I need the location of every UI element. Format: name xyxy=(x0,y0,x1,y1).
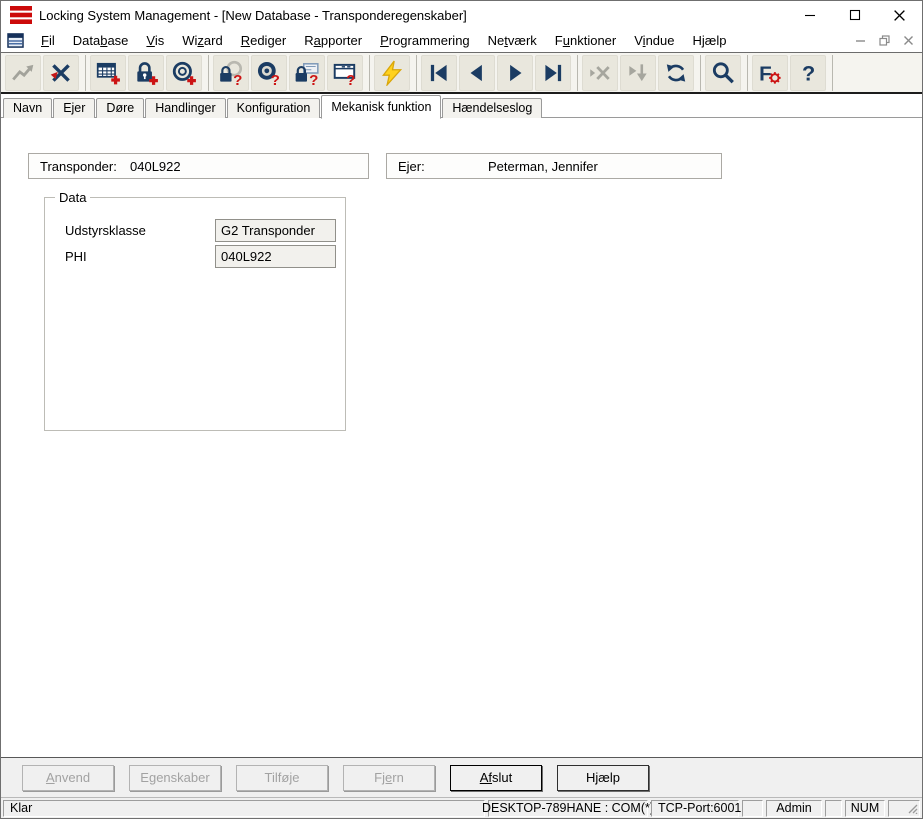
tab-handlinger[interactable]: Handlinger xyxy=(145,98,225,118)
window-title: Locking System Management - [New Databas… xyxy=(39,8,467,23)
menu-vindue[interactable]: Vindue xyxy=(625,31,683,50)
phi-row: PHI 040L922 xyxy=(65,245,336,268)
owner-label: Ejer: xyxy=(398,159,488,174)
app-window: Locking System Management - [New Databas… xyxy=(0,0,923,819)
status-empty-2 xyxy=(825,800,842,817)
data-group-box: Data Udstyrsklasse G2 Transponder PHI 04… xyxy=(44,197,346,431)
login-icon[interactable] xyxy=(5,55,41,91)
menu-funktioner[interactable]: Funktioner xyxy=(546,31,625,50)
menu-fil[interactable]: Fil xyxy=(32,31,64,50)
svg-text:?: ? xyxy=(802,60,815,85)
read-network-icon[interactable]: ? xyxy=(327,55,363,91)
menu-database[interactable]: Database xyxy=(64,31,138,50)
status-tcp-port: TCP-Port:6001 xyxy=(651,800,739,817)
maximize-icon[interactable] xyxy=(832,1,877,29)
anvend-button[interactable]: Anvend xyxy=(22,765,114,791)
menu-wizard[interactable]: Wizard xyxy=(173,31,231,50)
equipment-class-row: Udstyrsklasse G2 Transponder xyxy=(65,219,336,242)
minimize-icon[interactable] xyxy=(787,1,832,29)
mdi-restore-icon[interactable] xyxy=(874,32,894,50)
filter-settings-icon[interactable]: F xyxy=(752,55,788,91)
fjern-button[interactable]: Fjern xyxy=(343,765,435,791)
refresh-icon[interactable] xyxy=(658,55,694,91)
hjaelp-button[interactable]: Hjælp xyxy=(557,765,649,791)
transponder-value: 040L922 xyxy=(130,159,181,174)
status-empty-1 xyxy=(742,800,763,817)
svg-text:?: ? xyxy=(233,71,242,85)
new-locking-system-icon[interactable] xyxy=(90,55,126,91)
status-user: Admin xyxy=(766,800,822,817)
tab-page-mekanisk-funktion: Transponder: 040L922 Ejer: Peterman, Jen… xyxy=(1,118,922,757)
mdi-close-icon[interactable] xyxy=(898,32,918,50)
status-message: Klar xyxy=(3,800,485,817)
help-icon[interactable]: ? xyxy=(790,55,826,91)
equipment-class-field[interactable]: G2 Transponder xyxy=(215,219,336,242)
equipment-class-label: Udstyrsklasse xyxy=(65,223,215,238)
nav-import-icon[interactable] xyxy=(620,55,656,91)
document-icon[interactable] xyxy=(7,33,24,48)
svg-text:?: ? xyxy=(346,71,355,85)
close-icon[interactable] xyxy=(877,1,922,29)
toolbar: ? ? ? ? xyxy=(1,53,922,92)
new-transponder-icon[interactable] xyxy=(166,55,202,91)
menu-programmering[interactable]: Programmering xyxy=(371,31,479,50)
new-lock-icon[interactable] xyxy=(128,55,164,91)
read-lock-card-icon[interactable]: ? xyxy=(289,55,325,91)
read-lock-icon[interactable]: ? xyxy=(213,55,249,91)
svg-text:?: ? xyxy=(309,71,318,85)
transponder-info-box: Transponder: 040L922 xyxy=(28,153,369,179)
phi-field[interactable]: 040L922 xyxy=(215,245,336,268)
status-connection: DESKTOP-789HANE : COM(*) xyxy=(488,800,648,817)
search-icon[interactable] xyxy=(705,55,741,91)
svg-text:F: F xyxy=(759,62,772,85)
disconnect-icon[interactable] xyxy=(43,55,79,91)
programming-lightning-icon[interactable] xyxy=(374,55,410,91)
tab-strip: Navn Ejer Døre Handlinger Konfiguration … xyxy=(1,94,922,118)
menu-hjaelp[interactable]: Hjælp xyxy=(683,31,735,50)
tab-konfiguration[interactable]: Konfiguration xyxy=(227,98,321,118)
svg-text:?: ? xyxy=(271,71,280,85)
menu-rapporter[interactable]: Rapporter xyxy=(295,31,371,50)
menu-rediger[interactable]: Rediger xyxy=(232,31,296,50)
nav-previous-icon[interactable] xyxy=(459,55,495,91)
tab-doere[interactable]: Døre xyxy=(96,98,144,118)
data-group-title: Data xyxy=(55,190,90,205)
tab-mekanisk-funktion[interactable]: Mekanisk funktion xyxy=(321,95,441,119)
nav-next-icon[interactable] xyxy=(497,55,533,91)
resize-grip[interactable] xyxy=(888,800,920,817)
menu-netvaerk[interactable]: Netværk xyxy=(479,31,546,50)
nav-first-icon[interactable] xyxy=(421,55,457,91)
title-bar: Locking System Management - [New Databas… xyxy=(1,1,922,29)
status-num-lock: NUM xyxy=(845,800,885,817)
owner-info-box: Ejer: Peterman, Jennifer xyxy=(386,153,722,179)
tab-haendelseslog[interactable]: Hændelseslog xyxy=(442,98,542,118)
mdi-minimize-icon[interactable] xyxy=(850,32,870,50)
menu-vis[interactable]: Vis xyxy=(137,31,173,50)
tilfoeje-button[interactable]: Tilføje xyxy=(236,765,328,791)
nav-last-icon[interactable] xyxy=(535,55,571,91)
nav-cancel-icon[interactable] xyxy=(582,55,618,91)
tab-ejer[interactable]: Ejer xyxy=(53,98,95,118)
menu-bar: Fil Database Vis Wizard Rediger Rapporte… xyxy=(1,29,922,52)
transponder-label: Transponder: xyxy=(40,159,130,174)
app-logo-icon xyxy=(9,4,33,26)
phi-label: PHI xyxy=(65,249,215,264)
owner-value: Peterman, Jennifer xyxy=(488,159,598,174)
egenskaber-button[interactable]: Egenskaber xyxy=(129,765,221,791)
tab-navn[interactable]: Navn xyxy=(3,98,52,118)
status-bar: Klar DESKTOP-789HANE : COM(*) TCP-Port:6… xyxy=(1,797,922,818)
read-transponder-icon[interactable]: ? xyxy=(251,55,287,91)
afslut-button[interactable]: Afslut xyxy=(450,765,542,791)
button-bar: Anvend Egenskaber Tilføje Fjern Afslut H… xyxy=(1,758,922,797)
